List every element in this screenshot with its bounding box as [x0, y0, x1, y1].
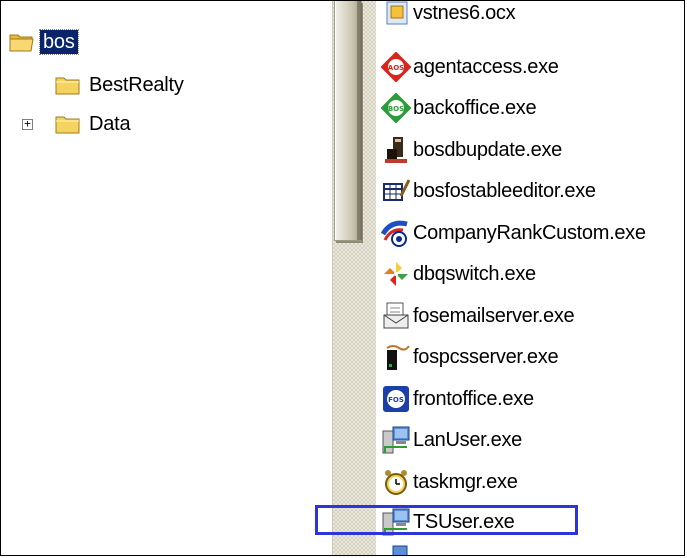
file-item[interactable]: LanUser.exe: [381, 422, 522, 458]
file-name: agentaccess.exe: [413, 55, 559, 78]
file-list: vstnes6.ocx AOS agentaccess.exe BOS back…: [381, 1, 684, 555]
table-editor-icon: [383, 179, 411, 201]
folder-icon: [55, 77, 80, 95]
explorer-window: bos BestRealty + Data vstnes6.ocx AOS ag…: [0, 0, 685, 556]
db-update-icon: [385, 137, 407, 163]
file-name: LanUser.exe: [413, 428, 522, 451]
file-item-partial[interactable]: [381, 541, 413, 555]
file-item[interactable]: fosemailserver.exe: [381, 298, 575, 334]
file-item[interactable]: CompanyRankCustom.exe: [381, 215, 646, 251]
folder-icon: [55, 116, 80, 134]
file-name: dbqswitch.exe: [413, 262, 536, 285]
file-item[interactable]: BOS backoffice.exe: [381, 90, 537, 126]
file-item[interactable]: FOS frontoffice.exe: [381, 381, 534, 417]
file-item[interactable]: AOS agentaccess.exe: [381, 49, 559, 85]
tree-item-bos[interactable]: bos: [9, 29, 79, 55]
file-item[interactable]: fospcsserver.exe: [381, 339, 559, 375]
ocx-file-icon: [386, 1, 408, 25]
scrollbar-thumb[interactable]: [334, 1, 362, 241]
svg-text:BOS: BOS: [388, 105, 404, 113]
file-name: bosfostableeditor.exe: [413, 179, 596, 202]
file-item[interactable]: dbqswitch.exe: [381, 256, 536, 292]
file-name: taskmgr.exe: [413, 470, 518, 493]
file-item[interactable]: bosfostableeditor.exe: [381, 173, 596, 209]
folder-open-icon: [9, 34, 34, 52]
server-icon: [386, 345, 410, 370]
file-name: frontoffice.exe: [413, 387, 534, 410]
tree-item-label: BestRealty: [89, 74, 184, 96]
file-icon: [392, 545, 408, 555]
file-name: backoffice.exe: [413, 96, 537, 119]
email-server-icon: [383, 302, 409, 329]
file-name: fosemailserver.exe: [413, 304, 575, 327]
aos-app-icon: AOS: [381, 52, 411, 82]
tree-item-label: bos: [39, 29, 79, 55]
file-name: bosdbupdate.exe: [413, 138, 562, 161]
file-name: CompanyRankCustom.exe: [413, 221, 646, 244]
fos-app-icon: FOS: [383, 386, 409, 412]
folder-tree: bos BestRealty + Data: [1, 1, 331, 555]
alarm-clock-icon: [385, 470, 407, 495]
file-name: fospcsserver.exe: [413, 345, 559, 368]
tree-item-bestrealty[interactable]: BestRealty: [55, 72, 187, 98]
tree-item-label: Data: [89, 113, 131, 135]
company-rank-icon: [381, 220, 408, 247]
svg-text:AOS: AOS: [388, 64, 404, 72]
file-item[interactable]: taskmgr.exe: [381, 464, 518, 500]
file-item[interactable]: vstnes6.ocx: [381, 1, 516, 31]
file-item[interactable]: bosdbupdate.exe: [381, 132, 562, 168]
network-computer-icon: [382, 426, 410, 454]
bos-app-icon: BOS: [381, 93, 411, 123]
expand-icon[interactable]: +: [22, 118, 33, 130]
selection-highlight-box: [315, 505, 578, 535]
pinwheel-icon: [384, 262, 408, 286]
file-name: vstnes6.ocx: [413, 1, 516, 24]
svg-text:FOS: FOS: [388, 396, 404, 404]
tree-item-data[interactable]: Data: [55, 111, 133, 137]
